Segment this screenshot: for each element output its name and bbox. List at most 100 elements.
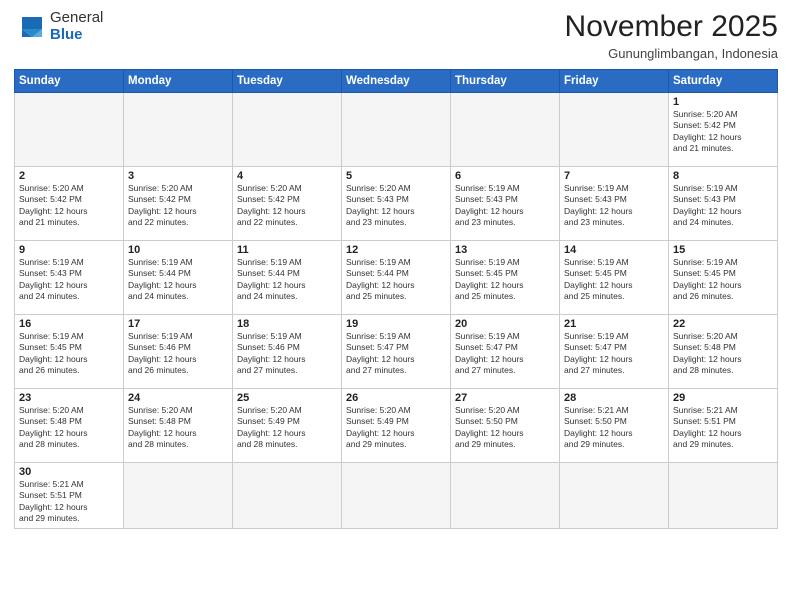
day-number: 4 (237, 170, 337, 182)
calendar-week-row: 9Sunrise: 5:19 AM Sunset: 5:43 PM Daylig… (15, 241, 778, 315)
header: General Blue November 2025 Gununglimbang… (14, 10, 778, 61)
calendar-day-cell: 3Sunrise: 5:20 AM Sunset: 5:42 PM Daylig… (124, 167, 233, 241)
day-info: Sunrise: 5:19 AM Sunset: 5:46 PM Dayligh… (128, 331, 228, 377)
calendar-day-cell (669, 463, 778, 529)
day-header-tuesday: Tuesday (233, 70, 342, 93)
day-info: Sunrise: 5:20 AM Sunset: 5:42 PM Dayligh… (19, 183, 119, 229)
day-number: 28 (564, 392, 664, 404)
day-header-friday: Friday (560, 70, 669, 93)
calendar-day-cell: 12Sunrise: 5:19 AM Sunset: 5:44 PM Dayli… (342, 241, 451, 315)
calendar-day-cell: 29Sunrise: 5:21 AM Sunset: 5:51 PM Dayli… (669, 389, 778, 463)
calendar-day-cell: 17Sunrise: 5:19 AM Sunset: 5:46 PM Dayli… (124, 315, 233, 389)
calendar-day-cell: 22Sunrise: 5:20 AM Sunset: 5:48 PM Dayli… (669, 315, 778, 389)
calendar-day-cell: 30Sunrise: 5:21 AM Sunset: 5:51 PM Dayli… (15, 463, 124, 529)
calendar-day-cell (233, 463, 342, 529)
day-number: 7 (564, 170, 664, 182)
month-title: November 2025 (565, 10, 778, 44)
day-info: Sunrise: 5:19 AM Sunset: 5:47 PM Dayligh… (346, 331, 446, 377)
day-number: 9 (19, 244, 119, 256)
day-number: 20 (455, 318, 555, 330)
calendar-day-cell: 16Sunrise: 5:19 AM Sunset: 5:45 PM Dayli… (15, 315, 124, 389)
title-area: November 2025 Gununglimbangan, Indonesia (565, 10, 778, 61)
calendar-day-cell: 24Sunrise: 5:20 AM Sunset: 5:48 PM Dayli… (124, 389, 233, 463)
day-number: 12 (346, 244, 446, 256)
day-info: Sunrise: 5:20 AM Sunset: 5:50 PM Dayligh… (455, 405, 555, 451)
day-info: Sunrise: 5:19 AM Sunset: 5:45 PM Dayligh… (19, 331, 119, 377)
calendar-day-cell: 11Sunrise: 5:19 AM Sunset: 5:44 PM Dayli… (233, 241, 342, 315)
calendar-day-cell: 10Sunrise: 5:19 AM Sunset: 5:44 PM Dayli… (124, 241, 233, 315)
day-info: Sunrise: 5:19 AM Sunset: 5:44 PM Dayligh… (237, 257, 337, 303)
day-info: Sunrise: 5:20 AM Sunset: 5:43 PM Dayligh… (346, 183, 446, 229)
logo-icon (14, 13, 46, 41)
day-number: 21 (564, 318, 664, 330)
day-number: 11 (237, 244, 337, 256)
day-number: 24 (128, 392, 228, 404)
calendar-day-cell: 7Sunrise: 5:19 AM Sunset: 5:43 PM Daylig… (560, 167, 669, 241)
calendar-day-cell: 27Sunrise: 5:20 AM Sunset: 5:50 PM Dayli… (451, 389, 560, 463)
day-number: 26 (346, 392, 446, 404)
logo-general: General (50, 9, 103, 26)
day-header-sunday: Sunday (15, 70, 124, 93)
day-info: Sunrise: 5:19 AM Sunset: 5:46 PM Dayligh… (237, 331, 337, 377)
day-info: Sunrise: 5:19 AM Sunset: 5:43 PM Dayligh… (673, 183, 773, 229)
calendar-day-cell: 6Sunrise: 5:19 AM Sunset: 5:43 PM Daylig… (451, 167, 560, 241)
calendar-day-cell: 28Sunrise: 5:21 AM Sunset: 5:50 PM Dayli… (560, 389, 669, 463)
calendar-day-cell (124, 463, 233, 529)
calendar-day-cell: 13Sunrise: 5:19 AM Sunset: 5:45 PM Dayli… (451, 241, 560, 315)
calendar-day-cell: 20Sunrise: 5:19 AM Sunset: 5:47 PM Dayli… (451, 315, 560, 389)
day-number: 18 (237, 318, 337, 330)
calendar-day-cell: 21Sunrise: 5:19 AM Sunset: 5:47 PM Dayli… (560, 315, 669, 389)
calendar-day-cell: 19Sunrise: 5:19 AM Sunset: 5:47 PM Dayli… (342, 315, 451, 389)
day-number: 25 (237, 392, 337, 404)
calendar-day-cell: 8Sunrise: 5:19 AM Sunset: 5:43 PM Daylig… (669, 167, 778, 241)
calendar-day-cell: 15Sunrise: 5:19 AM Sunset: 5:45 PM Dayli… (669, 241, 778, 315)
day-info: Sunrise: 5:19 AM Sunset: 5:45 PM Dayligh… (564, 257, 664, 303)
logo: General Blue (14, 10, 103, 43)
calendar-day-cell (15, 93, 124, 167)
calendar-week-row: 2Sunrise: 5:20 AM Sunset: 5:42 PM Daylig… (15, 167, 778, 241)
day-number: 3 (128, 170, 228, 182)
subtitle: Gununglimbangan, Indonesia (565, 46, 778, 61)
calendar-day-cell: 1Sunrise: 5:20 AM Sunset: 5:42 PM Daylig… (669, 93, 778, 167)
day-header-wednesday: Wednesday (342, 70, 451, 93)
day-info: Sunrise: 5:21 AM Sunset: 5:51 PM Dayligh… (673, 405, 773, 451)
day-info: Sunrise: 5:19 AM Sunset: 5:47 PM Dayligh… (564, 331, 664, 377)
day-info: Sunrise: 5:19 AM Sunset: 5:44 PM Dayligh… (346, 257, 446, 303)
calendar-week-row: 30Sunrise: 5:21 AM Sunset: 5:51 PM Dayli… (15, 463, 778, 529)
calendar-day-cell: 9Sunrise: 5:19 AM Sunset: 5:43 PM Daylig… (15, 241, 124, 315)
logo-text: General Blue (50, 10, 103, 43)
calendar-day-cell: 5Sunrise: 5:20 AM Sunset: 5:43 PM Daylig… (342, 167, 451, 241)
calendar-day-cell (451, 463, 560, 529)
day-info: Sunrise: 5:21 AM Sunset: 5:51 PM Dayligh… (19, 479, 119, 525)
day-number: 6 (455, 170, 555, 182)
calendar-day-cell (451, 93, 560, 167)
calendar-day-cell: 23Sunrise: 5:20 AM Sunset: 5:48 PM Dayli… (15, 389, 124, 463)
day-number: 27 (455, 392, 555, 404)
day-info: Sunrise: 5:20 AM Sunset: 5:48 PM Dayligh… (673, 331, 773, 377)
day-header-monday: Monday (124, 70, 233, 93)
day-info: Sunrise: 5:20 AM Sunset: 5:48 PM Dayligh… (19, 405, 119, 451)
calendar-day-cell (342, 93, 451, 167)
calendar-day-cell: 14Sunrise: 5:19 AM Sunset: 5:45 PM Dayli… (560, 241, 669, 315)
calendar-day-cell (233, 93, 342, 167)
day-number: 23 (19, 392, 119, 404)
day-number: 22 (673, 318, 773, 330)
day-number: 30 (19, 466, 119, 478)
day-info: Sunrise: 5:21 AM Sunset: 5:50 PM Dayligh… (564, 405, 664, 451)
day-info: Sunrise: 5:20 AM Sunset: 5:42 PM Dayligh… (237, 183, 337, 229)
day-header-saturday: Saturday (669, 70, 778, 93)
day-number: 8 (673, 170, 773, 182)
calendar-day-cell (342, 463, 451, 529)
day-number: 13 (455, 244, 555, 256)
day-number: 17 (128, 318, 228, 330)
day-number: 15 (673, 244, 773, 256)
day-number: 14 (564, 244, 664, 256)
day-info: Sunrise: 5:19 AM Sunset: 5:43 PM Dayligh… (564, 183, 664, 229)
day-info: Sunrise: 5:19 AM Sunset: 5:45 PM Dayligh… (455, 257, 555, 303)
calendar-week-row: 1Sunrise: 5:20 AM Sunset: 5:42 PM Daylig… (15, 93, 778, 167)
day-header-thursday: Thursday (451, 70, 560, 93)
logo-blue: Blue (50, 26, 83, 43)
calendar-header-row: SundayMondayTuesdayWednesdayThursdayFrid… (15, 70, 778, 93)
day-number: 5 (346, 170, 446, 182)
day-info: Sunrise: 5:19 AM Sunset: 5:43 PM Dayligh… (455, 183, 555, 229)
